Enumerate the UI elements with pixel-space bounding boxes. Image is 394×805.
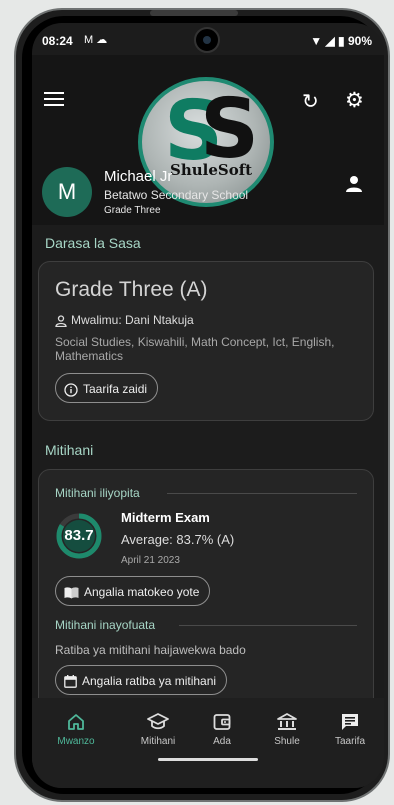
nav-item-school[interactable]: Shule: [257, 712, 317, 747]
battery-icon: ▮: [338, 34, 345, 48]
view-schedule-label: Angalia ratiba ya mitihani: [82, 674, 217, 688]
nav-label-fees: Ada: [213, 736, 231, 747]
current-class-card: Grade Three (A) Mwalimu: Dani Ntakuja So…: [38, 261, 374, 421]
exam-date: April 21 2023: [121, 555, 180, 566]
past-exams-label: Mitihani iliyopita: [55, 486, 140, 500]
view-schedule-button[interactable]: Angalia ratiba ya mitihani: [55, 665, 228, 695]
more-info-label: Taarifa zaidi: [83, 382, 148, 396]
battery-level: 90%: [347, 34, 372, 48]
score-ring: 83.7: [55, 512, 103, 560]
divider: [167, 493, 357, 494]
exams-card: Mitihani iliyopita 83.7 Midterm Exam Ave…: [38, 469, 374, 711]
gear-icon[interactable]: ⚙: [345, 88, 364, 113]
bottom-navigation: Mwanzo Mitihani Ada Shule Taarifa: [32, 698, 384, 788]
nav-label-school: Shule: [274, 736, 300, 747]
nav-label-reports: Taarifa: [334, 736, 365, 747]
nav-item-reports[interactable]: Taarifa: [320, 712, 380, 747]
more-info-button[interactable]: Taarifa zaidi: [55, 373, 159, 403]
logo-letter-s2: S: [200, 82, 260, 177]
person-icon[interactable]: [345, 175, 363, 193]
book-icon: [64, 587, 79, 599]
exam-name: Midterm Exam: [121, 510, 210, 525]
teacher-name: Mwalimu: Dani Ntakuja: [71, 313, 194, 327]
graduation-cap-icon: [147, 713, 169, 730]
status-bar: 08:24 M ☁ ▼ ◢ ▮ 90%: [32, 23, 384, 55]
calendar-icon: [64, 675, 77, 689]
speaker-grille: [150, 10, 238, 16]
message-icon: [342, 714, 358, 730]
refresh-icon[interactable]: ↻: [302, 89, 319, 114]
view-results-label: Angalia matokeo yote: [84, 585, 200, 599]
teacher-icon: [55, 315, 67, 327]
nav-label-home: Mwanzo: [57, 736, 95, 747]
nav-label-exams: Mitihani: [140, 736, 176, 747]
no-schedule-message: Ratiba ya mitihani haijawekwa bado: [55, 643, 246, 657]
front-camera: [194, 27, 220, 53]
wifi-icon: ▼: [310, 34, 323, 48]
section-title-exams: Mitihani: [45, 442, 94, 458]
exam-average: Average: 83.7% (A): [121, 532, 235, 547]
upcoming-exams-label: Mitihani inayofuata: [55, 618, 156, 632]
home-icon: [68, 714, 84, 730]
info-icon: [64, 383, 78, 397]
home-indicator[interactable]: [158, 758, 258, 761]
notification-icons: M ☁: [84, 34, 108, 46]
user-grade: Grade Three: [104, 205, 161, 216]
exam-score: 83.7: [64, 527, 94, 544]
user-school: Betatwo Secondary School: [104, 188, 249, 202]
status-time: 08:24: [42, 34, 73, 48]
divider: [179, 625, 357, 626]
section-title-current-class: Darasa la Sasa: [45, 235, 141, 251]
nav-item-home[interactable]: Mwanzo: [46, 712, 106, 747]
user-name: Michael Jr: [104, 168, 173, 185]
wallet-icon: [213, 714, 231, 730]
nav-item-fees[interactable]: Ada: [192, 712, 252, 747]
menu-icon[interactable]: [44, 92, 64, 108]
nav-item-exams[interactable]: Mitihani: [128, 712, 188, 747]
subjects-list: Social Studies, Kiswahili, Math Concept,…: [55, 335, 335, 363]
school-building-icon: [277, 713, 297, 730]
app-screen: 08:24 M ☁ ▼ ◢ ▮ 90% ↻ ⚙ S S ShuleSoft M …: [32, 23, 384, 788]
signal-icon: ◢: [325, 34, 335, 48]
view-results-button[interactable]: Angalia matokeo yote: [55, 576, 211, 606]
logo-wordmark: ShuleSoft: [170, 161, 253, 179]
teacher-row: Mwalimu: Dani Ntakuja: [55, 313, 194, 327]
class-name: Grade Three (A): [55, 278, 208, 301]
app-header: ↻ ⚙ S S ShuleSoft M Michael Jr Betatwo S…: [32, 55, 384, 225]
status-right-icons: ▼ ◢ ▮ 90%: [310, 34, 372, 48]
avatar[interactable]: M: [42, 167, 92, 217]
